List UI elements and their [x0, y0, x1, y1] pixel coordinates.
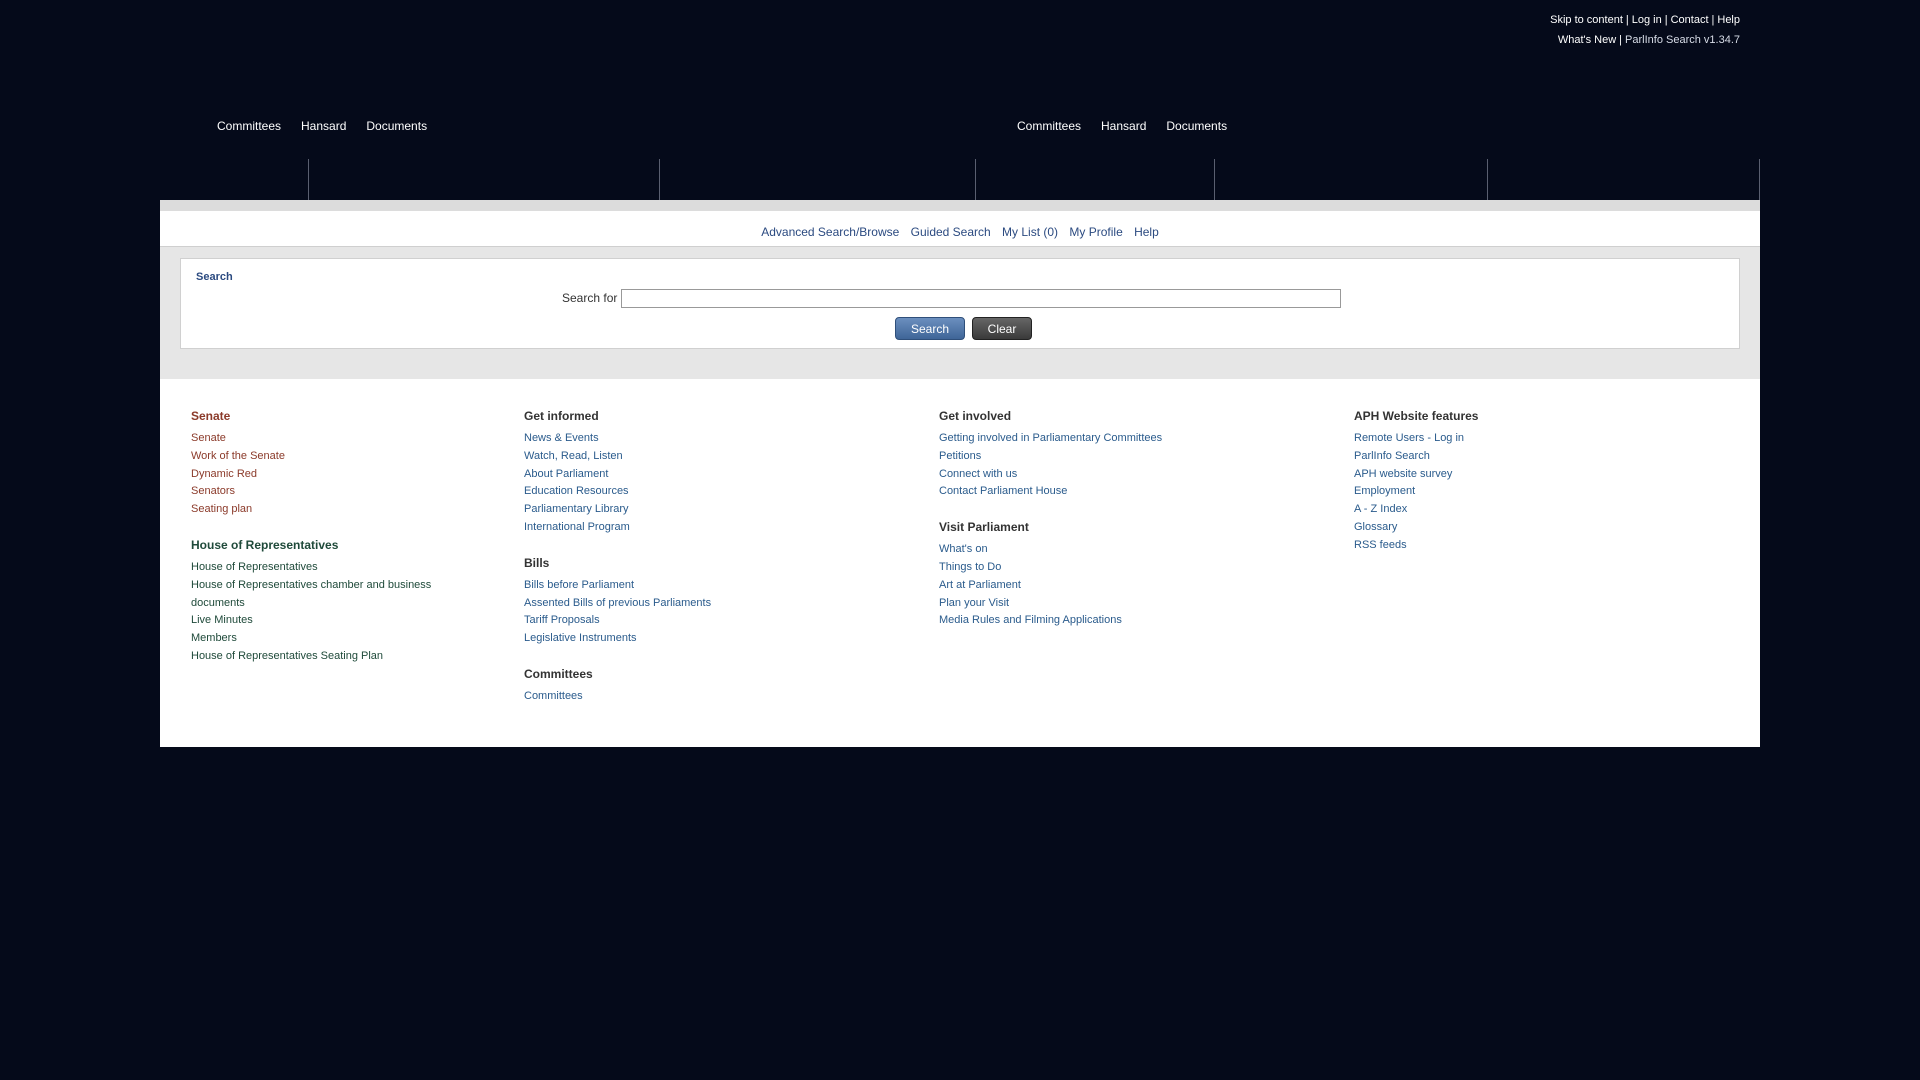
search-button[interactable]: Search	[895, 317, 965, 340]
footer-col-aph: APH Website features Remote Users - Log …	[1354, 409, 1654, 574]
nav-hansard[interactable]: Hansard	[301, 119, 346, 133]
aph-heading: APH Website features	[1354, 409, 1479, 423]
nav-committees[interactable]: Committees	[1017, 119, 1081, 133]
footer-link[interactable]: Bills before Parliament	[524, 577, 824, 595]
house-heading[interactable]: House of Representatives	[191, 538, 451, 552]
nav-hansard[interactable]: Hansard	[1101, 119, 1146, 133]
get-informed-heading: Get informed	[524, 409, 599, 423]
bills-heading: Bills	[524, 555, 550, 570]
footer-link[interactable]: Media Rules and Filming Applications	[939, 612, 1239, 630]
footer-link[interactable]: Senate	[191, 430, 451, 448]
separator: |	[1619, 34, 1623, 46]
footer-link[interactable]: Getting involved in Parliamentary Commit…	[939, 430, 1239, 448]
separator: |	[1625, 14, 1629, 26]
divider	[1214, 159, 1215, 200]
header-band	[160, 200, 1760, 211]
search-panel: Search Search for Search Clear	[180, 258, 1740, 349]
senate-group: Senate Senate Work of the Senate Dynamic…	[191, 409, 451, 519]
search-input[interactable]	[621, 289, 1341, 308]
footer-link[interactable]: House of Representatives	[191, 559, 451, 577]
my-profile-link[interactable]: My Profile	[1069, 225, 1122, 239]
footer-link[interactable]: Seating plan	[191, 501, 451, 519]
aph-group: APH Website features Remote Users - Log …	[1354, 409, 1654, 555]
footer-link[interactable]: Things to Do	[939, 559, 1239, 577]
footer-link[interactable]: Dynamic Red	[191, 466, 451, 484]
guided-search-link[interactable]: Guided Search	[911, 225, 991, 239]
committees-group: Committees Committees	[524, 667, 824, 706]
get-involved-group: Get involved Getting involved in Parliam…	[939, 409, 1239, 501]
my-list-link[interactable]: My List (0)	[1002, 225, 1058, 239]
committees-heading: Committees	[524, 666, 593, 681]
divider	[1759, 159, 1760, 200]
footer-link[interactable]: RSS feeds	[1354, 537, 1654, 555]
footer-col-involved: Get involved Getting involved in Parliam…	[939, 409, 1239, 649]
footer-link[interactable]: Legislative Instruments	[524, 630, 824, 648]
footer-link[interactable]: A - Z Index	[1354, 501, 1654, 519]
contact-link[interactable]: Contact	[1671, 14, 1709, 26]
divider	[659, 159, 660, 200]
footer-link[interactable]: Remote Users - Log in	[1354, 430, 1654, 448]
footer-link[interactable]: Work of the Senate	[191, 448, 451, 466]
version-text: ParlInfo Search v1.34.7	[1625, 34, 1740, 46]
visit-group: Visit Parliament What's on Things to Do …	[939, 520, 1239, 630]
utility-row-1: Skip to content | Log in | Contact | Help	[1550, 10, 1740, 30]
main-nav-left: Committees Hansard Documents	[217, 119, 447, 133]
divider	[308, 159, 309, 200]
nav-committees[interactable]: Committees	[217, 119, 281, 133]
footer-link[interactable]: Committees	[524, 688, 824, 706]
nav-documents[interactable]: Documents	[1166, 119, 1227, 133]
nav-documents[interactable]: Documents	[366, 119, 427, 133]
footer-link[interactable]: Plan your Visit	[939, 595, 1239, 613]
senate-heading[interactable]: Senate	[191, 409, 451, 423]
advanced-search-link[interactable]: Advanced Search/Browse	[761, 225, 899, 239]
login-link[interactable]: Log in	[1632, 14, 1662, 26]
search-for-label: Search for	[562, 291, 618, 305]
footer-link[interactable]: Senators	[191, 483, 451, 501]
footer-link[interactable]: About Parliament	[524, 466, 824, 484]
footer-link[interactable]: APH website survey	[1354, 466, 1654, 484]
get-involved-heading: Get involved	[939, 409, 1012, 423]
footer: Senate Senate Work of the Senate Dynamic…	[160, 379, 1760, 747]
footer-link[interactable]: Contact Parliament House	[939, 483, 1239, 501]
bills-group: Bills Bills before Parliament Assented B…	[524, 556, 824, 648]
divider	[1487, 159, 1488, 200]
utility-row-2: What's New | ParlInfo Search v1.34.7	[1550, 30, 1740, 50]
get-informed-group: Get informed News & Events Watch, Read, …	[524, 409, 824, 537]
search-toolbar: Advanced Search/Browse Guided Search My …	[160, 211, 1760, 247]
footer-link[interactable]: Petitions	[939, 448, 1239, 466]
help-link[interactable]: Help	[1717, 14, 1740, 26]
search-title: Search	[196, 271, 233, 283]
footer-link[interactable]: International Program	[524, 519, 824, 537]
footer-col-chambers: Senate Senate Work of the Senate Dynamic…	[191, 409, 451, 685]
utility-links: Skip to content | Log in | Contact | Help What…	[1550, 10, 1740, 50]
footer-link[interactable]: Assented Bills of previous Parliaments	[524, 595, 824, 613]
footer-link[interactable]: Education Resources	[524, 483, 824, 501]
footer-link[interactable]: Tariff Proposals	[524, 612, 824, 630]
house-group: House of Representatives House of Repres…	[191, 538, 451, 666]
footer-link[interactable]: Art at Parliament	[939, 577, 1239, 595]
footer-link[interactable]: House of Representatives chamber and bus…	[191, 577, 451, 613]
footer-link[interactable]: Glossary	[1354, 519, 1654, 537]
footer-col-informed: Get informed News & Events Watch, Read, …	[524, 409, 824, 725]
footer-link[interactable]: Parliamentary Library	[524, 501, 824, 519]
clear-button[interactable]: Clear	[972, 317, 1032, 340]
divider	[975, 159, 976, 200]
footer-link[interactable]: Employment	[1354, 483, 1654, 501]
search-area: Search Search for Search Clear	[160, 247, 1760, 379]
whats-new-link[interactable]: What's New	[1558, 34, 1616, 46]
footer-link[interactable]: ParlInfo Search	[1354, 448, 1654, 466]
skip-to-content-link[interactable]: Skip to content	[1550, 14, 1623, 26]
main-nav-right: Committees Hansard Documents	[1017, 119, 1247, 133]
separator: |	[1664, 14, 1668, 26]
toolbar-help-link[interactable]: Help	[1134, 225, 1159, 239]
footer-link[interactable]: Members	[191, 630, 451, 648]
footer-link[interactable]: Connect with us	[939, 466, 1239, 484]
footer-link[interactable]: Live Minutes	[191, 612, 451, 630]
subnav-strip	[160, 159, 1760, 200]
footer-link[interactable]: News & Events	[524, 430, 824, 448]
visit-heading: Visit Parliament	[939, 520, 1029, 535]
footer-link[interactable]: What's on	[939, 541, 1239, 559]
footer-link[interactable]: House of Representatives Seating Plan	[191, 648, 451, 666]
footer-link[interactable]: Watch, Read, Listen	[524, 448, 824, 466]
